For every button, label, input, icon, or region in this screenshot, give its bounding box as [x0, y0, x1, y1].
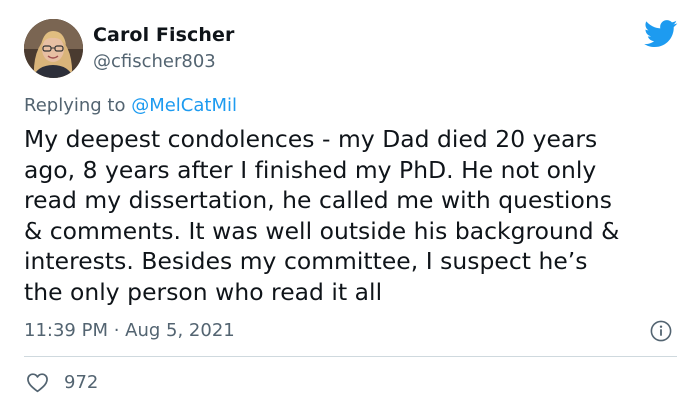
replying-to: Replying to @MelCatMil [24, 95, 237, 116]
twitter-bird-icon[interactable] [644, 20, 678, 48]
heart-icon[interactable] [26, 372, 49, 393]
tweet-text: My deepest condolences - my Dad died 20 … [24, 125, 620, 306]
info-icon[interactable] [650, 320, 672, 342]
reply-mention-link[interactable]: @MelCatMil [131, 95, 237, 116]
like-count: 972 [64, 372, 99, 393]
divider [24, 356, 677, 357]
avatar[interactable] [24, 19, 83, 78]
avatar-image [24, 19, 83, 78]
tweet-card: Carol Fischer @cfischer803 Replying to @… [0, 0, 700, 411]
author-name[interactable]: Carol Fischer [93, 24, 234, 46]
tweet-timestamp[interactable]: 11:39 PM · Aug 5, 2021 [24, 320, 235, 341]
author-handle[interactable]: @cfischer803 [93, 51, 216, 72]
replying-to-label: Replying to [24, 95, 132, 116]
